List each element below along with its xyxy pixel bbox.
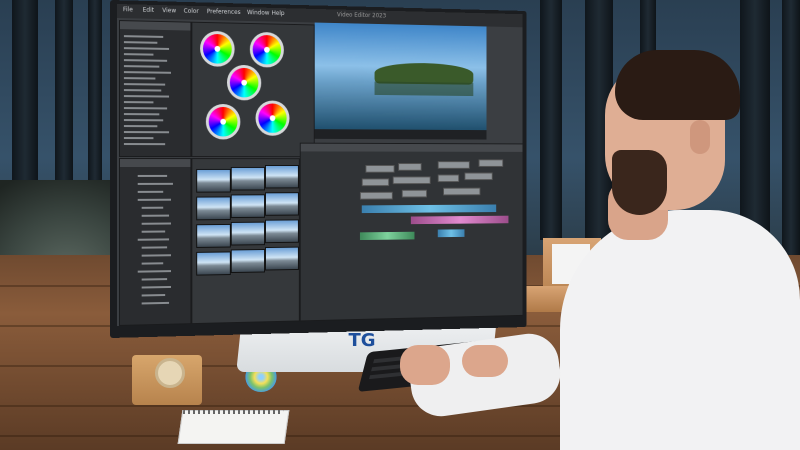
audio-waveform[interactable] [411, 216, 509, 224]
clip-thumbnail[interactable] [265, 192, 299, 216]
audio-waveform[interactable] [360, 232, 415, 240]
menu-window[interactable]: Window [247, 9, 269, 16]
clip-thumbnail[interactable] [196, 196, 231, 220]
clip-thumbnail[interactable] [231, 222, 265, 246]
menu-view[interactable]: View [162, 7, 176, 14]
audio-waveform[interactable] [438, 229, 465, 237]
man-ear [690, 120, 710, 154]
menu-preferences[interactable]: Preferences [207, 8, 241, 16]
menu-color[interactable]: Color [184, 8, 199, 15]
clip-thumbnail[interactable] [265, 165, 299, 188]
monitor-screen: File Edit View Color Preferences Window … [117, 4, 522, 326]
clip-thumbnail[interactable] [196, 169, 231, 193]
tree-trunk [540, 0, 562, 240]
man-hair [615, 50, 740, 120]
thumbnail-grid [191, 158, 299, 324]
man-beard [612, 150, 667, 215]
panel-header [301, 144, 523, 152]
panel-header [120, 21, 190, 30]
panel-header [120, 159, 190, 167]
water-reflection [375, 81, 474, 96]
menu-edit[interactable]: Edit [143, 7, 154, 14]
menu-file[interactable]: File [123, 6, 133, 13]
color-wheels-panel [191, 22, 314, 158]
playback-controls[interactable] [315, 129, 487, 139]
clip-thumbnail[interactable] [231, 249, 265, 273]
timeline-panel [300, 143, 523, 322]
clip-thumbnail[interactable] [231, 167, 265, 191]
menu-help[interactable]: Help [272, 10, 285, 17]
audio-waveform[interactable] [362, 205, 496, 214]
window-title: Video Editor 2023 [337, 11, 386, 19]
man-white-shirt [560, 210, 800, 450]
color-wheel[interactable] [227, 65, 261, 101]
color-wheel[interactable] [256, 100, 290, 135]
notepad [178, 410, 290, 444]
color-wheel[interactable] [200, 31, 235, 67]
tape-roll [155, 358, 185, 388]
clip-thumbnail[interactable] [231, 194, 265, 218]
clip-thumbnail[interactable] [196, 224, 231, 248]
video-preview [315, 23, 487, 131]
clip-thumbnail[interactable] [265, 219, 299, 243]
tree-trunk [782, 0, 800, 260]
media-browser-tree [119, 158, 191, 326]
notepad-spiral [183, 410, 284, 414]
color-wheel[interactable] [206, 104, 240, 140]
clip-thumbnail[interactable] [265, 247, 299, 271]
monitor-logo: TG [342, 330, 382, 352]
man-left-hand [400, 345, 450, 385]
color-wheel[interactable] [250, 32, 284, 68]
clip-thumbnail[interactable] [196, 251, 231, 275]
effects-list-panel [119, 20, 191, 157]
man-right-hand [462, 345, 508, 377]
